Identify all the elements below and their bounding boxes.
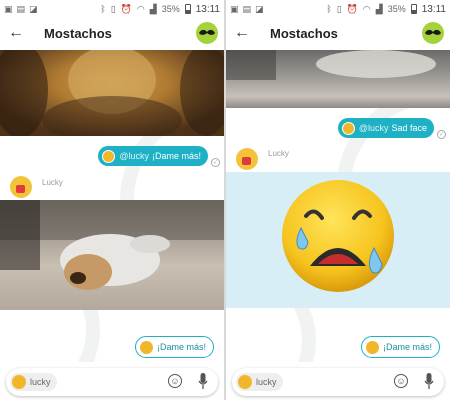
emoji-icon[interactable]: ☺	[394, 374, 408, 388]
alarm-icon: ⏰	[120, 3, 132, 14]
screen-left: ▣ ▤ ◪ ᛒ ▯ ⏰ ◠ ▟ 35% 13:11 ← Mostachos @l…	[0, 0, 224, 400]
suggestion-text: ¡Dame más!	[382, 342, 432, 352]
dog-image	[0, 200, 224, 290]
alarm-icon: ⏰	[346, 3, 358, 14]
gallery-notification-icon: ◪	[255, 3, 264, 14]
suggestion-chip[interactable]: ¡Dame más!	[134, 336, 214, 358]
message-mention: @lucky	[358, 123, 389, 133]
wifi-icon: ◠	[362, 3, 371, 14]
signal-icon: ▟	[375, 3, 383, 14]
back-arrow-icon[interactable]: ←	[234, 24, 254, 42]
mustache-icon	[425, 29, 441, 35]
emoji-icon[interactable]: ☺	[168, 374, 182, 388]
message-text: Sad face	[391, 123, 427, 133]
battery-icon	[410, 4, 417, 14]
image-notification-icon: ▣	[4, 3, 13, 14]
gif-crying-emoji[interactable]	[226, 172, 450, 308]
input-bar: lucky ☺	[226, 362, 450, 400]
app-bar: ← Mostachos	[226, 18, 450, 48]
bluetooth-icon: ᛒ	[100, 3, 106, 14]
status-bar: ▣ ▤ ◪ ᛒ ▯ ⏰ ◠ ▟ 35% 13:11	[0, 0, 224, 18]
gif-dog-closeup[interactable]	[0, 50, 224, 136]
input-bar: lucky ☺	[0, 362, 224, 400]
notification-icon: ▤	[16, 3, 26, 14]
read-check-icon: ✓	[211, 158, 220, 167]
back-arrow-icon[interactable]: ←	[8, 24, 28, 42]
gallery-notification-icon: ◪	[29, 3, 38, 14]
chat-title: Mostachos	[270, 25, 338, 41]
group-avatar[interactable]	[196, 22, 218, 44]
vibrate-icon: ▯	[336, 3, 342, 14]
crying-face-image	[282, 180, 394, 292]
lucky-avatar-mini	[365, 340, 379, 354]
clock: 13:11	[421, 3, 446, 15]
sender-name: Lucky	[268, 149, 289, 158]
lucky-avatar[interactable]	[10, 176, 32, 198]
app-bar: ← Mostachos	[0, 18, 224, 48]
status-bar: ▣ ▤ ◪ ᛒ ▯ ⏰ ◠ ▟ 35% 13:11	[226, 0, 450, 18]
suggestion-chip[interactable]: ¡Dame más!	[360, 336, 440, 358]
message-text: ¡Dame más!	[151, 151, 201, 161]
message-input[interactable]: lucky ☺	[232, 368, 444, 396]
gif-dog-on-floor[interactable]	[0, 200, 224, 310]
dog-image	[226, 50, 436, 80]
sent-message[interactable]: @lucky Sad face	[337, 118, 434, 138]
mustache-icon	[199, 29, 215, 35]
lucky-avatar-mini	[102, 149, 116, 163]
sender-name: Lucky	[42, 178, 63, 187]
clock: 13:11	[195, 3, 220, 15]
screen-right: ▣ ▤ ◪ ᛒ ▯ ⏰ ◠ ▟ 35% 13:11 ← Mostachos @l…	[226, 0, 450, 400]
battery-percent: 35%	[161, 3, 180, 14]
message-input[interactable]: lucky ☺	[6, 368, 218, 396]
message-mention: @lucky	[119, 151, 149, 161]
lucky-avatar-mini	[139, 340, 153, 354]
lucky-bot-chip[interactable]: lucky	[10, 373, 57, 391]
signal-icon: ▟	[149, 3, 157, 14]
lucky-chip-label: lucky	[30, 377, 51, 387]
wifi-icon: ◠	[136, 3, 145, 14]
dog-image	[0, 50, 224, 136]
bluetooth-icon: ᛒ	[326, 3, 332, 14]
read-check-icon: ✓	[437, 130, 446, 139]
battery-icon	[184, 4, 191, 14]
mic-icon[interactable]	[198, 373, 208, 391]
mic-icon[interactable]	[424, 373, 434, 391]
group-avatar[interactable]	[422, 22, 444, 44]
gif-dog-floor[interactable]	[226, 50, 450, 108]
lucky-avatar-mini	[341, 121, 355, 135]
vibrate-icon: ▯	[110, 3, 116, 14]
lucky-bot-chip[interactable]: lucky	[236, 373, 283, 391]
lucky-avatar[interactable]	[236, 148, 258, 170]
image-notification-icon: ▣	[230, 3, 239, 14]
lucky-avatar-mini	[12, 375, 26, 389]
notification-icon: ▤	[242, 3, 252, 14]
lucky-avatar-mini	[238, 375, 252, 389]
chat-content: @lucky ¡Dame más! ✓ Lucky ¡Dame más!	[0, 50, 224, 362]
sent-message[interactable]: @lucky ¡Dame más!	[98, 146, 208, 166]
chat-content: @lucky Sad face ✓ Lucky ¡Dame más!	[226, 50, 450, 362]
lucky-chip-label: lucky	[256, 377, 277, 387]
chat-title: Mostachos	[44, 25, 112, 41]
suggestion-text: ¡Dame más!	[156, 342, 206, 352]
battery-percent: 35%	[387, 3, 406, 14]
